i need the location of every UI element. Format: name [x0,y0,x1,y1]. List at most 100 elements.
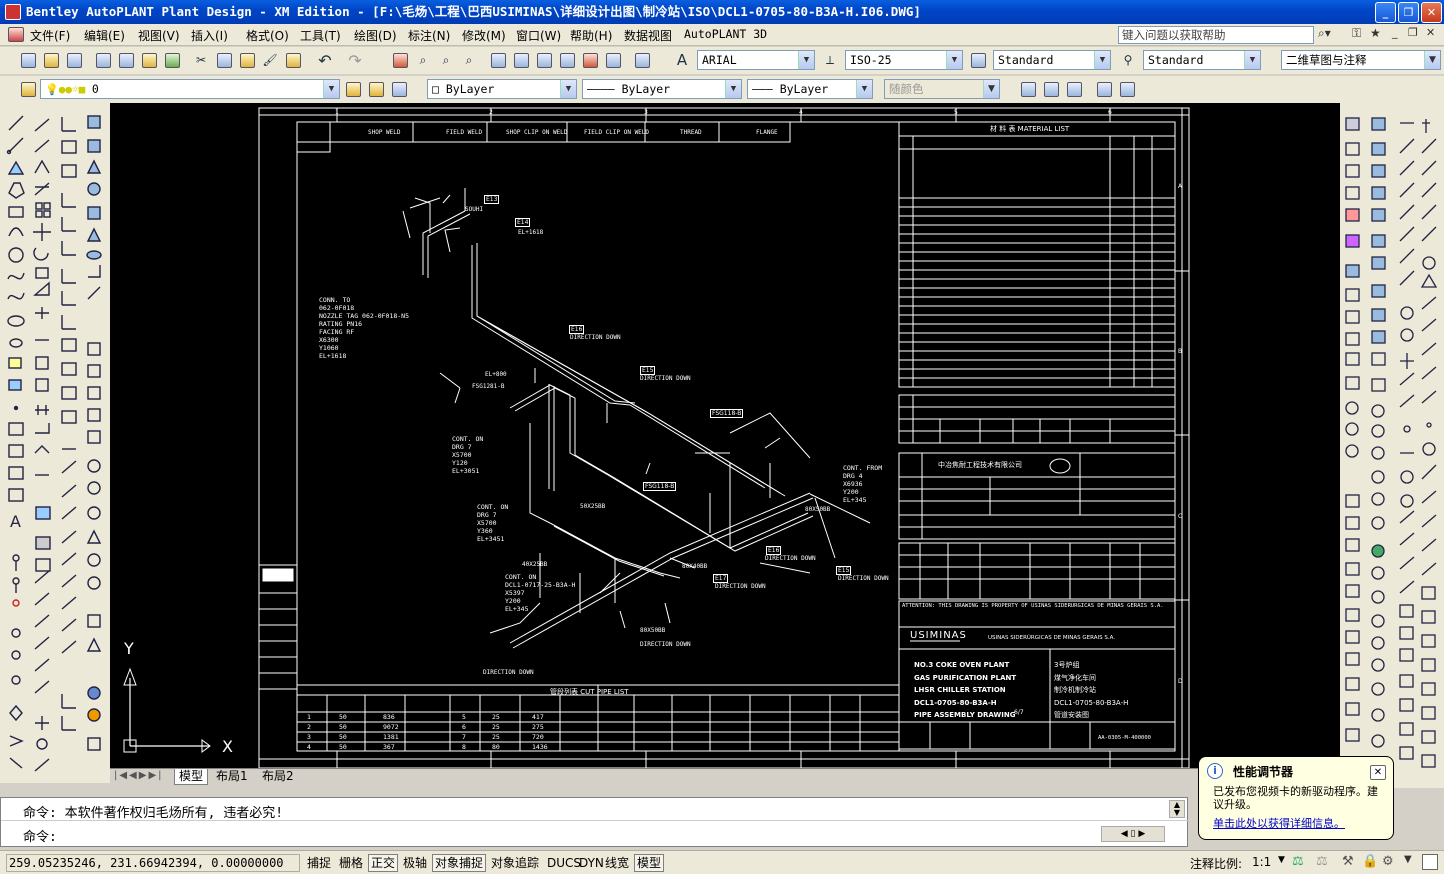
zoom-window-icon[interactable]: ⌕ [436,50,456,70]
communication-icon[interactable]: ⚒ [1342,854,1354,869]
dim-style-icon[interactable]: ⟂ [820,50,840,70]
help-search-input[interactable]: 键入问题以获取帮助 [1118,26,1314,44]
tab-layout2[interactable]: 布局2 [258,769,298,785]
autoscale-icon[interactable]: ⚖ [1316,854,1328,869]
layer-select[interactable]: 💡●●☼■ 0 ▼ [40,79,340,99]
tab-nav-icon[interactable]: |◀◀▶▶| [114,770,164,781]
text-style-select[interactable]: ARIAL ▼ [697,50,815,70]
dim-style-select[interactable]: ISO-25 ▼ [845,50,963,70]
tab-layout1[interactable]: 布局1 [212,769,252,785]
minimize-button[interactable]: _ [1375,2,1396,23]
tool-c-icon[interactable] [1064,79,1084,99]
document-icon[interactable] [8,27,24,42]
help-search-icon[interactable]: ⌕▾ [1318,26,1331,41]
polar-toggle[interactable]: 极轴 [400,854,430,872]
left-toolbar-icons[interactable]: A [0,103,110,783]
matchprop-icon[interactable]: 🖌 [260,50,280,70]
table-style-select[interactable]: Standard ▼ [993,50,1111,70]
right-toolbar-icons[interactable] [1340,103,1444,788]
publish-icon[interactable] [139,50,159,70]
ortho-toggle[interactable]: 正交 [368,854,399,872]
menu-tools[interactable]: 工具(T) [300,27,341,44]
doc-close-button[interactable]: ✕ [1426,26,1435,39]
grid-toggle[interactable]: 栅格 [336,854,366,872]
command-hscroll[interactable]: ◀ ▯ ▶ [1101,826,1165,842]
annotation-visibility-icon[interactable]: ⚖ [1292,854,1304,869]
layer-manager-icon[interactable] [18,79,38,99]
balloon-close-button[interactable]: ✕ [1370,765,1386,780]
linetype-select[interactable]: ———— ByLayer ▼ [582,79,742,99]
tool-b-icon[interactable] [1041,79,1061,99]
lineweight-toggle[interactable]: 线宽 [602,854,632,872]
snap-toggle[interactable]: 捕捉 [304,854,334,872]
plotstyle-select[interactable]: 随颜色 ▼ [884,79,1000,99]
menu-file[interactable]: 文件(F) [30,27,70,44]
qnew-icon[interactable] [41,50,61,70]
menu-dimension[interactable]: 标注(N) [408,27,450,44]
info-icon[interactable]: ⚿ [1352,26,1361,41]
cut-icon[interactable]: ✂ [191,50,211,70]
blockeditor-icon[interactable] [283,50,303,70]
designcenter-icon[interactable] [511,50,531,70]
markup-icon[interactable] [580,50,600,70]
tool-d-icon[interactable] [1094,79,1114,99]
model-toggle[interactable]: 模型 [634,854,665,872]
copy-icon[interactable] [214,50,234,70]
pan-icon[interactable] [390,50,410,70]
undo-icon[interactable]: ↶ [315,50,335,70]
layer-previous-icon[interactable] [366,79,386,99]
doc-minimize-button[interactable]: _ [1392,26,1398,39]
menu-edit[interactable]: 编辑(E) [84,27,125,44]
menu-draw[interactable]: 绘图(D) [354,27,397,44]
scale-dropdown-icon[interactable]: ▼ [1278,855,1285,865]
favorites-icon[interactable]: ★ [1370,26,1381,40]
help-icon[interactable] [632,50,652,70]
paste-icon[interactable] [237,50,257,70]
drawing-canvas[interactable]: SHOP WELD FIELD WELD SHOP CLIP ON WELD F… [110,103,1340,768]
menu-view[interactable]: 视图(V) [138,27,180,44]
annotation-scale-select[interactable]: 1:1 [1252,855,1271,869]
command-window[interactable]: 命令: 本软件著作权归毛炀所有, 违者必究! 命令: ▲ ▼ ◀ ▯ ▶ [0,797,1189,847]
multileader-style-icon[interactable]: ⚲ [1118,50,1138,70]
make-current-icon[interactable] [343,79,363,99]
lineweight-select[interactable]: ——— ByLayer ▼ [747,79,873,99]
statusbar-menu-icon[interactable]: ▼ [1404,854,1412,865]
menu-modify[interactable]: 修改(M) [462,27,506,44]
plot-icon[interactable] [93,50,113,70]
color-select[interactable]: □ ByLayer ▼ [427,79,577,99]
lock-icon[interactable]: 🔒 [1362,854,1378,869]
app-icon[interactable] [5,4,21,20]
workspace-select[interactable]: 二维草图与注释 ▼ [1281,50,1441,70]
menu-autoplant3d[interactable]: AutoPLANT 3D [684,27,767,41]
doc-restore-button[interactable]: ❐ [1408,26,1418,39]
clean-screen-icon[interactable] [1422,854,1438,870]
tool-e-icon[interactable] [1117,79,1137,99]
close-button[interactable]: ✕ [1421,2,1442,23]
3d-dwf-icon[interactable] [162,50,182,70]
osnap-toggle[interactable]: 对象捕捉 [432,854,487,872]
coordinates-display[interactable]: 259.05235246, 231.66942394, 0.00000000 [6,854,300,872]
layer-states-icon[interactable] [389,79,409,99]
tab-model[interactable]: 模型 [174,769,209,785]
command-prompt[interactable]: 命令: [23,826,57,845]
menu-window[interactable]: 窗口(W) [516,27,561,44]
restore-button[interactable]: ❐ [1398,2,1419,23]
tool-a-icon[interactable] [1018,79,1038,99]
new-icon[interactable] [18,50,38,70]
otrack-toggle[interactable]: 对象追踪 [488,854,542,872]
tray-settings-icon[interactable]: ⚙ [1382,854,1394,869]
command-scrollbar[interactable]: ▲ ▼ [1169,800,1185,818]
menu-insert[interactable]: 插入(I) [191,27,228,44]
table-style-icon[interactable] [968,50,988,70]
calculator-icon[interactable] [603,50,623,70]
text-style-icon[interactable]: A [672,50,692,70]
redo-icon[interactable]: ↷ [345,50,365,70]
properties-icon[interactable] [488,50,508,70]
sheetset-icon[interactable] [557,50,577,70]
preview-icon[interactable] [116,50,136,70]
balloon-link[interactable]: 单击此处以获得详细信息。 [1213,815,1345,831]
menu-format[interactable]: 格式(O) [246,27,289,44]
multileader-style-select[interactable]: Standard ▼ [1143,50,1261,70]
zoom-realtime-icon[interactable]: ⌕ [413,50,433,70]
toolpalettes-icon[interactable] [534,50,554,70]
